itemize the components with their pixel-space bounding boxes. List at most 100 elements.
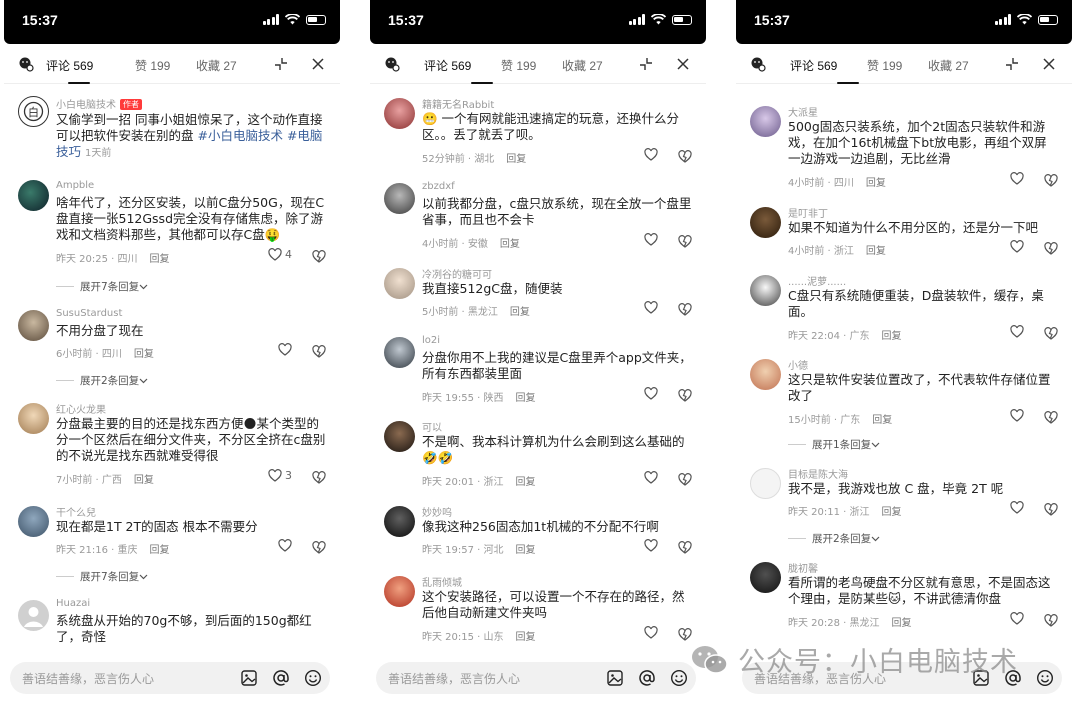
emoji-settings-icon[interactable]: [384, 56, 400, 72]
like-button[interactable]: [1010, 172, 1024, 185]
mention-icon[interactable]: [272, 669, 290, 687]
reply-button[interactable]: 回复: [134, 349, 154, 360]
emoji-settings-icon[interactable]: [18, 56, 34, 72]
comment-input[interactable]: 善语结善缘，恶言伤人心: [376, 662, 696, 694]
reply-button[interactable]: 回复: [134, 475, 154, 486]
dislike-button[interactable]: [1044, 409, 1058, 428]
avatar[interactable]: [18, 403, 49, 434]
mention-icon[interactable]: [638, 669, 656, 687]
username[interactable]: zbzdxf: [422, 181, 455, 192]
emoji-icon[interactable]: [670, 669, 688, 687]
reply-button[interactable]: 回复: [872, 415, 892, 426]
like-button[interactable]: [1010, 325, 1024, 338]
avatar[interactable]: [750, 207, 781, 238]
expand-replies[interactable]: 展开2条回复: [56, 373, 148, 388]
emoji-icon[interactable]: [304, 669, 322, 687]
username[interactable]: 可以: [422, 419, 442, 434]
dislike-button[interactable]: [1044, 240, 1058, 259]
like-button[interactable]: [1010, 612, 1024, 625]
like-button[interactable]: [644, 148, 658, 161]
tab-favorites[interactable]: 收藏 27: [928, 57, 969, 74]
expand-replies[interactable]: 展开1条回复: [788, 437, 880, 452]
dislike-button[interactable]: [1044, 172, 1058, 191]
username[interactable]: 小德: [788, 357, 808, 372]
tab-favorites[interactable]: 收藏 27: [196, 57, 237, 74]
username[interactable]: ......泥萝......: [788, 273, 846, 288]
username[interactable]: 冷冽谷的糖可可: [422, 266, 492, 281]
avatar[interactable]: [18, 310, 49, 341]
dislike-button[interactable]: [1044, 612, 1058, 631]
image-icon[interactable]: [606, 669, 624, 687]
avatar[interactable]: [18, 600, 49, 631]
like-button[interactable]: [644, 539, 658, 552]
avatar[interactable]: [384, 506, 415, 537]
avatar[interactable]: [750, 562, 781, 593]
like-button[interactable]: 3: [268, 469, 292, 482]
username[interactable]: 籍籍无名Rabbit: [422, 96, 494, 111]
username[interactable]: 大派星: [788, 104, 818, 119]
reply-button[interactable]: 回复: [866, 246, 886, 257]
username[interactable]: 干个么兒: [56, 504, 96, 519]
avatar[interactable]: [384, 183, 415, 214]
close-button[interactable]: [307, 53, 329, 75]
avatar[interactable]: [18, 506, 49, 537]
dislike-button[interactable]: [678, 148, 692, 167]
tab-likes[interactable]: 赞 199: [135, 57, 170, 74]
tab-comments[interactable]: 评论 569: [46, 57, 93, 74]
emoji-icon[interactable]: [1036, 669, 1054, 687]
reply-button[interactable]: 回复: [516, 545, 536, 556]
reply-button[interactable]: 回复: [510, 307, 530, 318]
avatar[interactable]: [384, 268, 415, 299]
tab-comments[interactable]: 评论 569: [424, 57, 471, 74]
avatar[interactable]: [750, 106, 781, 137]
avatar[interactable]: [384, 337, 415, 368]
tab-likes[interactable]: 赞 199: [501, 57, 536, 74]
avatar[interactable]: [384, 421, 415, 452]
tab-comments[interactable]: 评论 569: [790, 57, 837, 74]
reply-button[interactable]: 回复: [866, 178, 886, 189]
dislike-button[interactable]: [678, 387, 692, 406]
reply-button[interactable]: 回复: [882, 331, 902, 342]
username[interactable]: 目标是陈大海: [788, 466, 848, 481]
like-button[interactable]: [644, 626, 658, 639]
avatar[interactable]: [18, 180, 49, 211]
dislike-button[interactable]: [312, 469, 326, 488]
username[interactable]: 红心火龙果: [56, 401, 106, 416]
username[interactable]: 妙妙呜: [422, 504, 452, 519]
reply-button[interactable]: 回复: [516, 477, 536, 488]
like-button[interactable]: [278, 343, 292, 356]
reply-button[interactable]: 回复: [150, 545, 170, 556]
reply-button[interactable]: 回复: [882, 507, 902, 518]
collapse-button[interactable]: [635, 53, 657, 75]
dislike-button[interactable]: [1044, 501, 1058, 520]
avatar[interactable]: [750, 468, 781, 499]
expand-replies[interactable]: 展开2条回复: [788, 531, 880, 546]
comment-input[interactable]: 善语结善缘，恶言伤人心: [10, 662, 330, 694]
expand-replies[interactable]: 展开7条回复: [56, 279, 148, 294]
username[interactable]: lo2i: [422, 335, 440, 346]
username[interactable]: 乱雨倾城: [422, 574, 462, 589]
like-button[interactable]: [644, 471, 658, 484]
expand-replies[interactable]: 展开7条回复: [56, 569, 148, 584]
like-button[interactable]: [1010, 501, 1024, 514]
emoji-settings-icon[interactable]: [750, 56, 766, 72]
like-button[interactable]: [278, 539, 292, 552]
username[interactable]: 小白电脑技术: [56, 100, 116, 111]
reply-button[interactable]: 回复: [506, 154, 526, 165]
image-icon[interactable]: [240, 669, 258, 687]
like-button[interactable]: [1010, 409, 1024, 422]
avatar[interactable]: [384, 576, 415, 607]
dislike-button[interactable]: [678, 471, 692, 490]
collapse-button[interactable]: [270, 53, 292, 75]
like-button[interactable]: 4: [268, 248, 292, 261]
reply-button[interactable]: 回复: [892, 618, 912, 629]
username[interactable]: Ampble: [56, 180, 94, 191]
dislike-button[interactable]: [1044, 325, 1058, 344]
dislike-button[interactable]: [312, 539, 326, 558]
tab-likes[interactable]: 赞 199: [867, 57, 902, 74]
username[interactable]: Huazai: [56, 598, 90, 609]
reply-button[interactable]: 回复: [516, 632, 536, 643]
dislike-button[interactable]: [678, 233, 692, 252]
dislike-button[interactable]: [678, 301, 692, 320]
avatar[interactable]: [750, 359, 781, 390]
